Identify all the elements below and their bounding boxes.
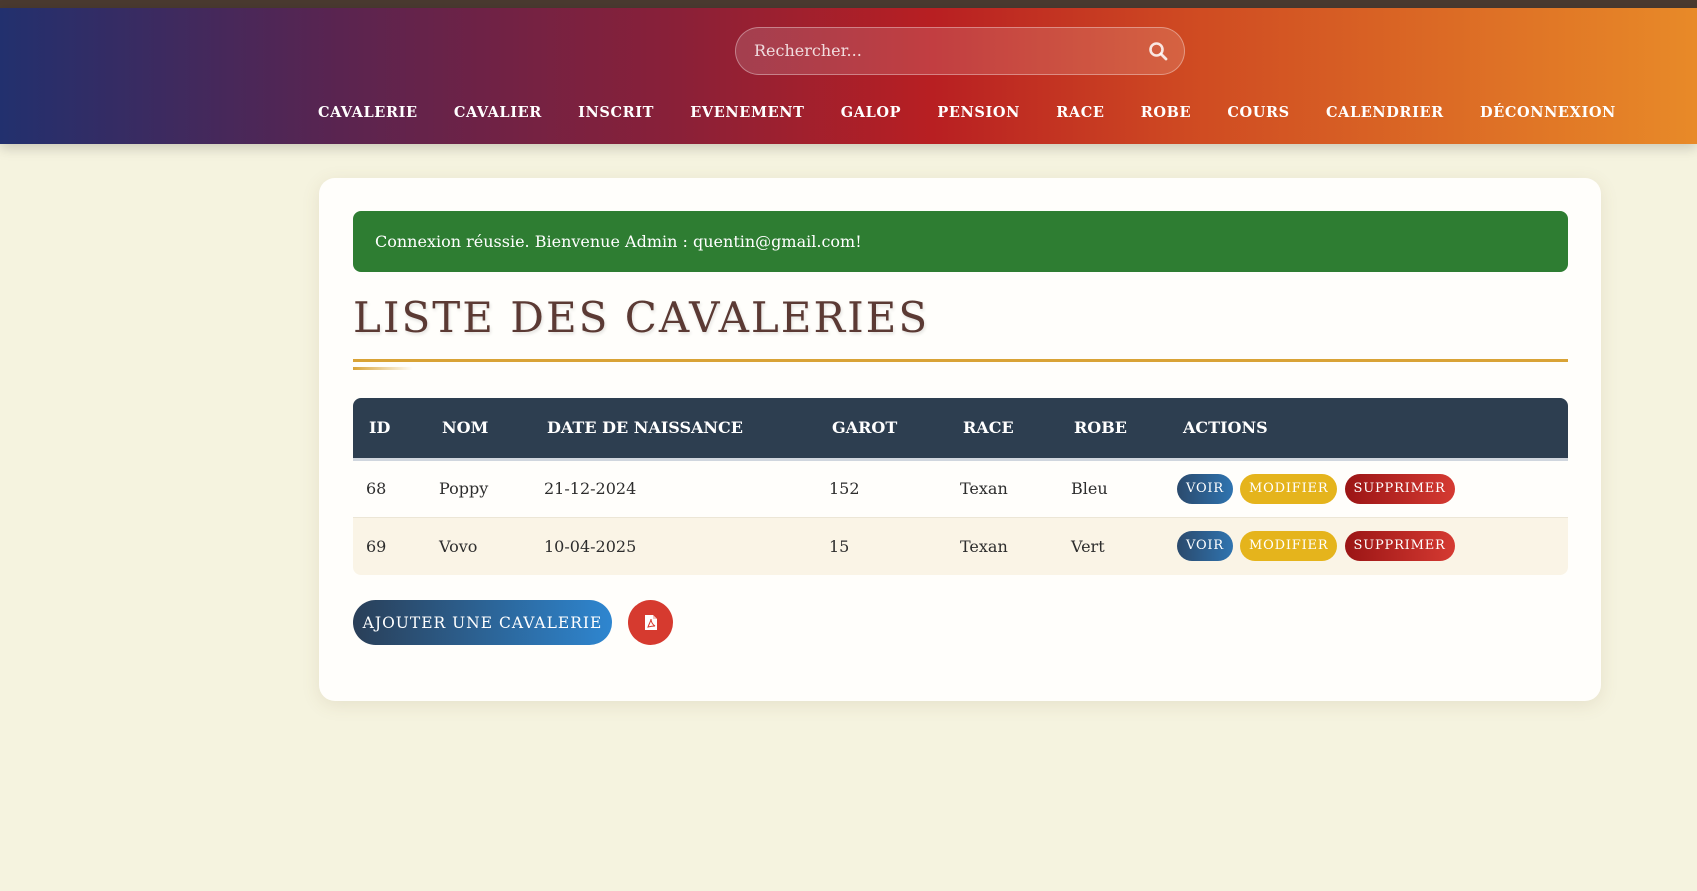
export-pdf-button[interactable] [628,600,673,645]
edit-button[interactable]: MODIFIER [1240,531,1338,562]
nav-item-inscrit[interactable]: INSCRIT [578,104,654,121]
delete-button[interactable]: SUPPRIMER [1344,531,1455,562]
column-header-id: ID [353,398,426,461]
delete-button[interactable]: SUPPRIMER [1344,473,1455,504]
cell-garot: 15 [816,517,947,575]
cell-actions: VOIR MODIFIER SUPPRIMER [1167,517,1568,575]
nav-item-cours[interactable]: COURS [1227,104,1289,121]
nav-item-calendrier[interactable]: CALENDRIER [1326,104,1444,121]
nav-item-cavalier[interactable]: CAVALIER [454,104,542,121]
column-header-date: DATE DE NAISSANCE [531,398,816,461]
cell-nom: Vovo [426,517,531,575]
title-divider [353,359,1568,362]
column-header-robe: ROBE [1058,398,1167,461]
cell-robe: Vert [1058,517,1167,575]
cell-date: 21-12-2024 [531,459,816,518]
cell-race: Texan [947,459,1058,518]
pdf-icon [644,615,657,630]
cell-nom: Poppy [426,459,531,518]
top-strip [0,0,1697,8]
column-header-garot: GAROT [816,398,947,461]
search-input[interactable] [754,28,1134,73]
column-header-nom: NOM [426,398,531,461]
edit-button[interactable]: MODIFIER [1240,473,1338,504]
table-header-row: ID NOM DATE DE NAISSANCE GAROT RACE ROBE… [353,398,1568,461]
success-alert: Connexion réussie. Bienvenue Admin : que… [353,211,1568,272]
table-row: 69 Vovo 10-04-2025 15 Texan Vert VOIR MO… [353,517,1568,575]
header: CAVALERIE CAVALIER INSCRIT EVENEMENT GAL… [0,8,1697,144]
cell-id: 68 [353,459,426,518]
nav-item-galop[interactable]: GALOP [841,104,901,121]
cell-id: 69 [353,517,426,575]
add-cavalerie-button[interactable]: AJOUTER UNE CAVALERIE [353,600,612,645]
view-button[interactable]: VOIR [1177,531,1233,562]
page-title: LISTE DES CAVALERIES [353,293,930,342]
nav-item-cavalerie[interactable]: CAVALERIE [318,104,418,121]
main-nav: CAVALERIE CAVALIER INSCRIT EVENEMENT GAL… [304,92,1630,132]
cell-garot: 152 [816,459,947,518]
search-bar [735,27,1185,75]
cell-robe: Bleu [1058,459,1167,518]
nav-item-robe[interactable]: ROBE [1141,104,1191,121]
title-divider-accent [353,367,413,370]
content-card: Connexion réussie. Bienvenue Admin : que… [319,178,1601,701]
cell-race: Texan [947,517,1058,575]
table-row: 68 Poppy 21-12-2024 152 Texan Bleu VOIR … [353,459,1568,518]
column-header-race: RACE [947,398,1058,461]
nav-item-pension[interactable]: PENSION [937,104,1020,121]
view-button[interactable]: VOIR [1177,473,1233,504]
cavalerie-table: ID NOM DATE DE NAISSANCE GAROT RACE ROBE… [353,398,1568,575]
nav-item-evenement[interactable]: EVENEMENT [690,104,804,121]
column-header-actions: ACTIONS [1167,398,1568,461]
cell-actions: VOIR MODIFIER SUPPRIMER [1167,459,1568,518]
cell-date: 10-04-2025 [531,517,816,575]
nav-item-deconnexion[interactable]: DÉCONNEXION [1480,104,1616,121]
search-icon[interactable] [1148,41,1168,61]
nav-item-race[interactable]: RACE [1056,104,1104,121]
